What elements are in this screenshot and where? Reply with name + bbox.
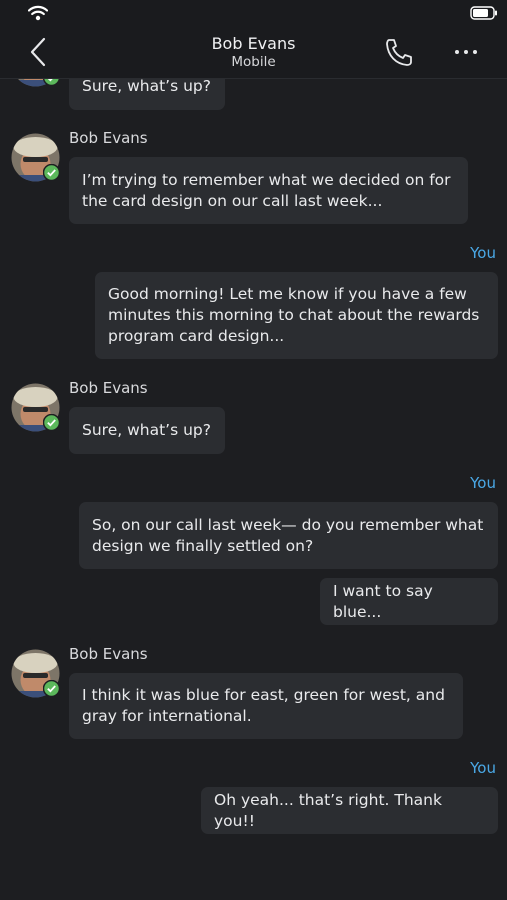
avatar[interactable] — [11, 649, 60, 698]
status-bar — [0, 0, 507, 28]
you-label: You — [470, 474, 496, 492]
message-text: I’m trying to remember what we decided o… — [82, 170, 451, 210]
check-badge-icon — [43, 164, 60, 181]
sender-name: Bob Evans — [69, 645, 148, 663]
message-bubble[interactable]: Oh yeah... that’s right. Thank you!! — [201, 787, 498, 834]
battery-icon — [470, 6, 497, 20]
call-button[interactable] — [383, 37, 415, 67]
sender-name: Bob Evans — [69, 129, 148, 147]
more-button[interactable] — [451, 42, 481, 62]
message-bubble[interactable]: I want to say blue... — [320, 578, 498, 625]
message-bubble[interactable]: I think it was blue for east, green for … — [69, 673, 463, 739]
nav-bar: Bob Evans Mobile — [0, 28, 507, 79]
message-bubble[interactable]: I’m trying to remember what we decided o… — [69, 157, 468, 224]
avatar[interactable] — [11, 383, 60, 432]
message-text: Oh yeah... that’s right. Thank you!! — [214, 790, 442, 830]
check-badge-icon — [43, 680, 60, 697]
avatar[interactable] — [11, 133, 60, 182]
more-icon — [455, 50, 477, 54]
contact-subtitle: Mobile — [231, 54, 276, 70]
message-text: Sure, what’s up? — [82, 421, 211, 439]
check-badge-icon — [43, 414, 60, 431]
message-bubble[interactable]: So, on our call last week— do you rememb… — [79, 502, 498, 569]
contact-name: Bob Evans — [211, 34, 296, 53]
message-bubble[interactable]: Sure, what’s up? — [69, 407, 225, 454]
phone-icon — [386, 39, 412, 66]
message-text: So, on our call last week— do you rememb… — [92, 515, 484, 555]
message-list[interactable]: Sure, what’s up? Bob Evans I’m trying to… — [0, 0, 507, 900]
message-text: I think it was blue for east, green for … — [82, 686, 445, 725]
sender-name: Bob Evans — [69, 379, 148, 397]
message-text: I want to say blue... — [333, 581, 433, 621]
you-label: You — [470, 244, 496, 262]
wifi-icon — [28, 5, 48, 21]
message-bubble[interactable]: Good morning! Let me know if you have a … — [95, 272, 498, 359]
you-label: You — [470, 759, 496, 777]
conversation-header[interactable]: Bob Evans Mobile — [0, 34, 507, 71]
message-text: Good morning! Let me know if you have a … — [108, 285, 480, 345]
